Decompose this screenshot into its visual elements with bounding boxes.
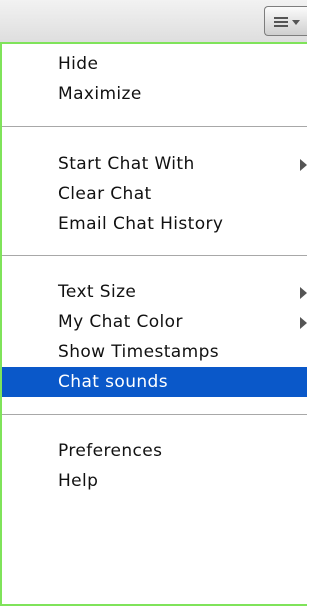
menu-item-clear-chat[interactable]: Clear Chat <box>2 179 307 209</box>
menu-item-email-chat-history[interactable]: Email Chat History <box>2 209 307 239</box>
options-menu-button[interactable] <box>264 6 307 36</box>
menu-item-maximize[interactable]: Maximize <box>2 79 307 109</box>
chevron-down-icon <box>292 20 300 25</box>
menu-separator <box>2 126 307 127</box>
menu-item-start-chat-with[interactable]: Start Chat With <box>2 149 307 179</box>
menu-item-text-size[interactable]: Text Size <box>2 277 307 307</box>
chat-options-menu: Hide Maximize Start Chat With Clear Chat… <box>0 42 307 606</box>
menu-item-label: Start Chat With <box>58 154 195 174</box>
menu-item-preferences[interactable]: Preferences <box>2 436 307 466</box>
submenu-arrow-icon <box>300 159 307 171</box>
menu-item-label: Text Size <box>58 282 137 302</box>
title-bar <box>0 0 307 42</box>
menu-item-help[interactable]: Help <box>2 466 307 496</box>
submenu-arrow-icon <box>300 317 307 329</box>
menu-item-label: My Chat Color <box>58 312 183 332</box>
menu-item-hide[interactable]: Hide <box>2 49 307 79</box>
menu-separator <box>2 414 307 415</box>
menu-separator <box>2 255 307 256</box>
submenu-arrow-icon <box>300 287 307 299</box>
menu-item-chat-sounds[interactable]: Chat sounds <box>2 367 307 397</box>
menu-item-show-timestamps[interactable]: Show Timestamps <box>2 337 307 367</box>
menu-item-my-chat-color[interactable]: My Chat Color <box>2 307 307 337</box>
hamburger-menu-icon <box>274 17 288 27</box>
